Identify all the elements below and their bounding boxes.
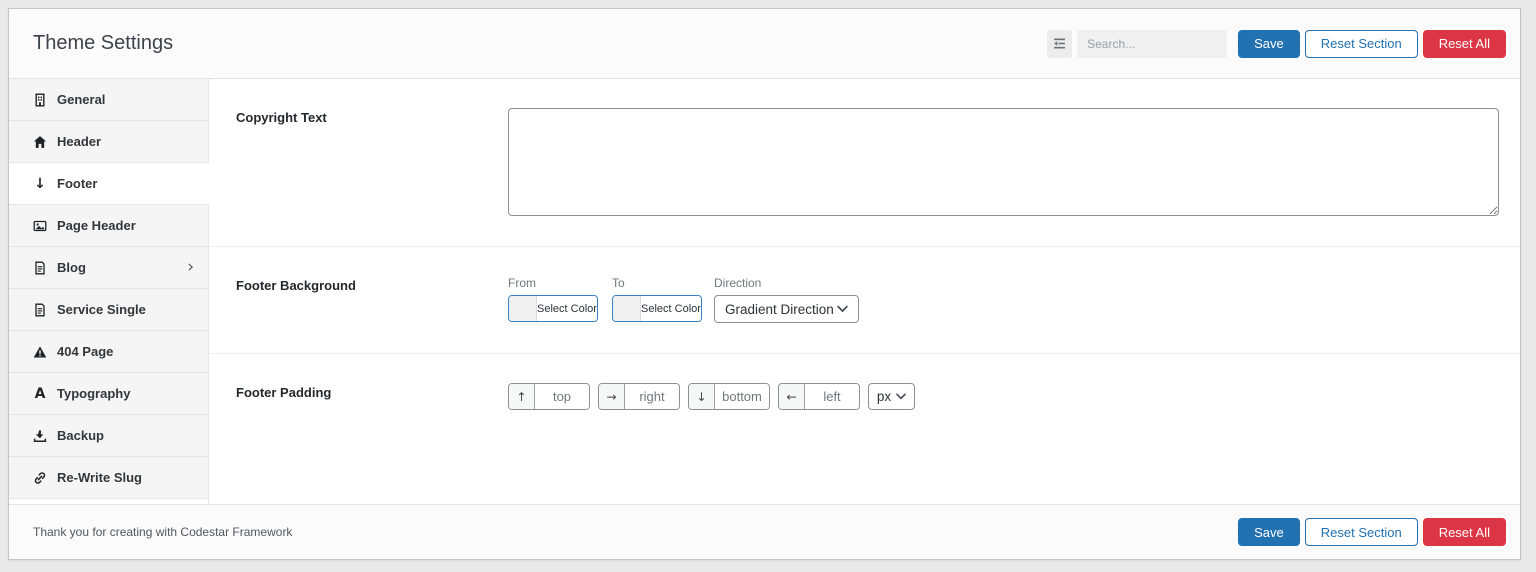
- header-toolbar: Save Reset Section Reset All: [1047, 29, 1506, 58]
- theme-settings-panel: Theme Settings Save Reset Section Reset …: [8, 8, 1521, 560]
- image-icon: [32, 219, 48, 233]
- letter-a-icon: A: [34, 385, 46, 402]
- sidebar-item-page-header[interactable]: Page Header: [9, 205, 209, 247]
- arrow-left-icon: ←: [779, 384, 805, 409]
- chevron-down-icon: [837, 305, 848, 313]
- padding-top-group: ↑: [508, 383, 590, 410]
- panel-footer: Thank you for creating with Codestar Fra…: [9, 504, 1520, 559]
- padding-left-group: ←: [778, 383, 860, 410]
- field-row-copyright: Copyright Text: [209, 79, 1520, 247]
- field-label: Copyright Text: [236, 110, 327, 125]
- footer-reset-section-button[interactable]: Reset Section: [1304, 518, 1418, 546]
- arrow-down-icon: ↓: [689, 384, 715, 409]
- sidebar-item-404-page[interactable]: 404 Page: [9, 331, 209, 373]
- field-row-footer-padding: Footer Padding ↑ → ↓: [209, 354, 1520, 440]
- padding-right-input[interactable]: [625, 384, 679, 409]
- to-label: To: [612, 276, 625, 290]
- sidebar-item-label: Blog: [57, 260, 86, 275]
- chevron-down-icon: [896, 393, 906, 400]
- padding-top-input[interactable]: [535, 384, 589, 409]
- color-swatch: [509, 296, 537, 321]
- settings-content: Copyright Text Footer Background From Se…: [209, 79, 1520, 504]
- arrow-up-icon: ↑: [509, 384, 535, 409]
- sidebar-item-label: General: [57, 92, 106, 107]
- sidebar-item-label: Typography: [57, 386, 131, 401]
- select-color-button[interactable]: Select Color: [537, 296, 597, 321]
- selected-direction: Gradient Direction: [725, 301, 834, 317]
- warning-icon: [32, 345, 48, 359]
- sidebar-item-service-single[interactable]: Service Single: [9, 289, 209, 331]
- chevron-right-icon: ›: [187, 257, 194, 277]
- gradient-to-group: To Select Color: [612, 276, 702, 322]
- outdent-icon: [1053, 37, 1066, 50]
- gradient-from-group: From Select Color: [508, 276, 598, 322]
- sidebar-item-label: Header: [57, 134, 102, 149]
- home-icon: [32, 135, 48, 149]
- select-color-button[interactable]: Select Color: [641, 296, 701, 321]
- selected-unit: px: [876, 389, 892, 404]
- sidebar-item-label: Footer: [57, 176, 98, 191]
- footer-save-button[interactable]: Save: [1238, 518, 1300, 546]
- sidebar-item-blog[interactable]: Blog ›: [9, 247, 209, 289]
- panel-header: Theme Settings Save Reset Section Reset …: [9, 9, 1520, 79]
- gradient-direction-group: Direction Gradient Direction: [714, 276, 859, 323]
- sidebar-item-label: Backup: [57, 428, 104, 443]
- from-label: From: [508, 276, 536, 290]
- field-label: Footer Background: [236, 278, 356, 293]
- padding-left-input[interactable]: [805, 384, 859, 409]
- gradient-direction-select[interactable]: Gradient Direction: [714, 295, 859, 323]
- sidebar-item-label: Page Header: [57, 218, 136, 233]
- reset-all-button[interactable]: Reset All: [1422, 29, 1506, 58]
- sidebar-item-backup[interactable]: Backup: [9, 415, 209, 457]
- color-picker-to: Select Color: [612, 295, 702, 322]
- arrow-down-icon: ↓: [34, 175, 46, 192]
- color-swatch: [613, 296, 641, 321]
- sidebar-item-footer[interactable]: ↓ Footer: [9, 163, 209, 205]
- panel-body: General Header ↓ Footer Page Header Blog…: [9, 79, 1520, 504]
- sidebar-item-rewrite-slug[interactable]: Re-Write Slug: [9, 457, 209, 499]
- footer-credit-text: Thank you for creating with Codestar Fra…: [33, 525, 293, 539]
- reset-section-button[interactable]: Reset Section: [1304, 29, 1418, 58]
- field-label: Footer Padding: [236, 385, 332, 400]
- building-icon: [32, 93, 48, 107]
- download-icon: [32, 429, 48, 443]
- link-icon: [32, 471, 48, 485]
- search-input[interactable]: [1077, 29, 1228, 58]
- sidebar-item-header[interactable]: Header: [9, 121, 209, 163]
- padding-bottom-group: ↓: [688, 383, 770, 410]
- color-picker-from: Select Color: [508, 295, 598, 322]
- padding-right-group: →: [598, 383, 680, 410]
- padding-unit-select[interactable]: px: [868, 383, 915, 410]
- save-button[interactable]: Save: [1238, 29, 1300, 58]
- footer-reset-all-button[interactable]: Reset All: [1422, 518, 1506, 546]
- document-icon: [32, 303, 48, 317]
- sidebar-item-typography[interactable]: A Typography: [9, 373, 209, 415]
- sidebar-item-label: 404 Page: [57, 344, 114, 359]
- arrow-right-icon: →: [599, 384, 625, 409]
- padding-bottom-input[interactable]: [715, 384, 769, 409]
- sidebar-item-general[interactable]: General: [9, 79, 209, 121]
- sidebar-item-label: Service Single: [57, 302, 146, 317]
- sidebar-item-label: Re-Write Slug: [57, 470, 142, 485]
- collapse-all-button[interactable]: [1047, 29, 1073, 58]
- direction-label: Direction: [714, 276, 762, 290]
- field-row-footer-background: Footer Background From Select Color To S…: [209, 247, 1520, 354]
- page-title: Theme Settings: [33, 32, 174, 54]
- document-icon: [32, 261, 48, 275]
- sidebar: General Header ↓ Footer Page Header Blog…: [9, 79, 209, 504]
- copyright-textarea[interactable]: [508, 108, 1499, 216]
